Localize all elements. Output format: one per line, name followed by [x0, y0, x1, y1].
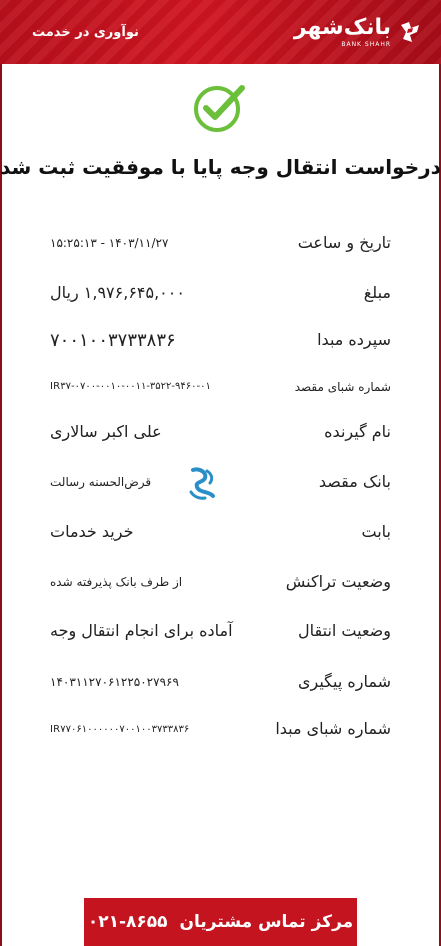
detail-row-datetime: تاریخ و ساعت ۱۴۰۳/۱۱/۲۷ - ۱۵:۲۵:۱۳	[0, 233, 441, 263]
detail-value: IR۷۷۰۶۱۰۰۰۰۰۰۷۰۰۱۰۰۳۷۳۳۸۳۶	[50, 724, 190, 735]
detail-row-recipient: نام گیرنده علی اکبر سالاری	[0, 422, 441, 452]
detail-label: نام گیرنده	[324, 422, 391, 441]
detail-row-tracking-number: شماره پیگیری ۱۴۰۳۱۱۲۷۰۶۱۲۲۵۰۲۷۹۶۹	[0, 672, 441, 702]
detail-value: خرید خدمات	[50, 522, 134, 541]
detail-label: مبلغ	[363, 283, 391, 302]
logo-text: بانک‌شهر BANK SHAHR	[293, 14, 391, 48]
detail-label: وضعیت تراکنش	[285, 572, 391, 591]
detail-value: ۱,۹۷۶,۶۴۵,۰۰۰ ریال	[50, 283, 185, 302]
detail-label: وضعیت انتقال	[298, 621, 391, 640]
bank-shahr-logo: بانک‌شهر BANK SHAHR	[293, 14, 423, 50]
detail-row-dest-iban: شماره شبای مقصد IR۳۷-۰۷۰۰-۰۰۱۰-۰۰۱۱-۳۵۲۲…	[0, 376, 441, 406]
detail-value: آماده برای انجام انتقال وجه	[50, 621, 233, 640]
detail-value: ۷۰۰۱۰۰۳۷۳۳۸۳۶	[50, 330, 176, 351]
resalat-bank-logo	[189, 467, 215, 500]
detail-label: شماره پیگیری	[297, 672, 391, 691]
detail-label: شماره شبای مقصد	[294, 380, 391, 394]
detail-value: از طرف بانک پذیرفته شده	[50, 575, 183, 589]
support-label: مرکز تماس مشتریان	[179, 912, 354, 932]
detail-label: شماره شبای مبدا	[275, 719, 391, 738]
detail-row-purpose: بابت خرید خدمات	[0, 522, 441, 552]
detail-label: بابت	[361, 522, 392, 541]
logo-brand-latin: BANK SHAHR	[341, 40, 391, 48]
bank-shahr-icon	[401, 22, 419, 42]
detail-label: تاریخ و ساعت	[297, 233, 391, 252]
support-phone: ۰۲۱-۸۶۵۵	[87, 912, 168, 932]
detail-value: قرض‌الحسنه رسالت	[50, 475, 152, 489]
detail-row-dest-bank: بانک مقصد قرض‌الحسنه رسالت	[0, 467, 441, 502]
detail-value: IR۳۷-۰۷۰۰-۰۰۱۰-۰۰۱۱-۳۵۲۲-۹۴۶۰-۰۱	[50, 381, 211, 392]
check-circle-icon	[194, 85, 245, 132]
detail-label: بانک مقصد	[318, 472, 391, 491]
logo-brand-name: بانک‌شهر	[293, 14, 391, 40]
detail-row-amount: مبلغ ۱,۹۷۶,۶۴۵,۰۰۰ ریال	[0, 283, 441, 313]
detail-value: ۱۴۰۳/۱۱/۲۷ - ۱۵:۲۵:۱۳	[50, 236, 169, 250]
page-title: درخواست انتقال وجه پایا با موفقیت ثبت شد	[0, 155, 441, 179]
detail-value: علی اکبر سالاری	[50, 422, 162, 441]
detail-label: سپرده مبدا	[317, 330, 391, 349]
customer-support-button[interactable]: مرکز تماس مشتریان ۰۲۱-۸۶۵۵	[84, 898, 357, 946]
slogan: نوآوری در خدمت	[32, 25, 139, 40]
header: بانک‌شهر BANK SHAHR نوآوری در خدمت	[0, 0, 441, 64]
detail-row-source-account: سپرده مبدا ۷۰۰۱۰۰۳۷۳۳۸۳۶	[0, 330, 441, 360]
detail-row-transfer-status: وضعیت انتقال آماده برای انجام انتقال وجه	[0, 621, 441, 651]
detail-row-transaction-status: وضعیت تراکنش از طرف بانک پذیرفته شده	[0, 572, 441, 602]
detail-value: ۱۴۰۳۱۱۲۷۰۶۱۲۲۵۰۲۷۹۶۹	[50, 675, 179, 689]
detail-row-source-iban: شماره شبای مبدا IR۷۷۰۶۱۰۰۰۰۰۰۷۰۰۱۰۰۳۷۳۳۸…	[0, 719, 441, 749]
